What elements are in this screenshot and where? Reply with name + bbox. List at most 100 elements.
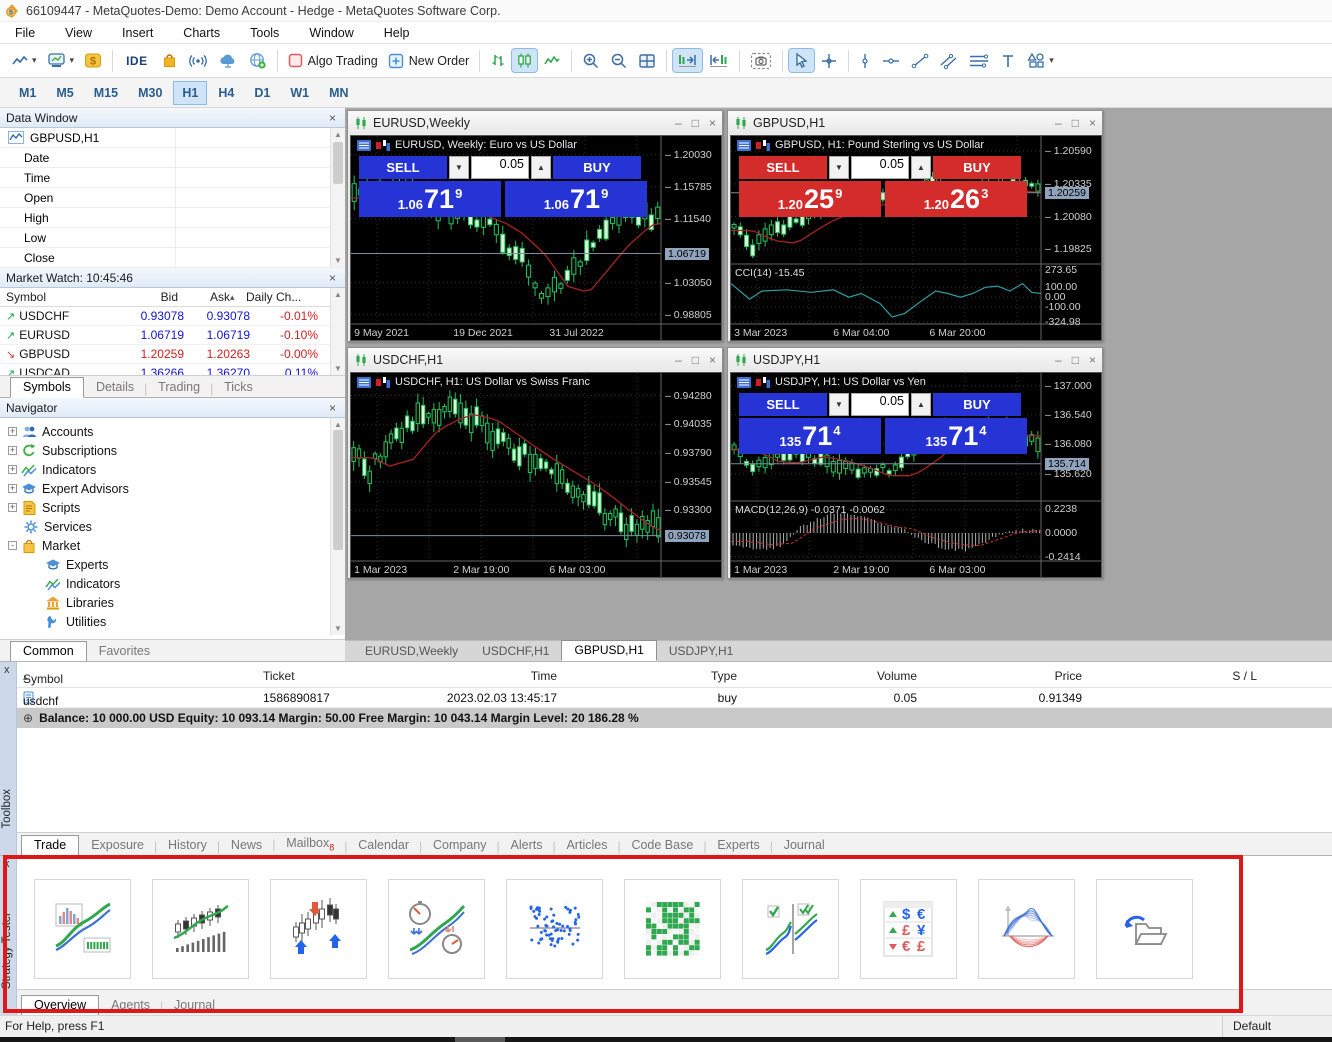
close-icon[interactable]: × — [326, 111, 339, 125]
timeframe-h1[interactable]: H1 — [173, 81, 207, 105]
tile-windows-icon[interactable] — [634, 50, 660, 72]
chart-tab-usdchf-h1[interactable]: USDCHF,H1 — [470, 642, 561, 661]
one-click-icon[interactable] — [756, 377, 770, 388]
chart-body[interactable]: CCI(14) -15.45‒ 1.20590‒ 1.20335‒ 1.2008… — [730, 135, 1102, 341]
minimize-button[interactable]: – — [675, 353, 682, 367]
column-time[interactable]: Time — [437, 669, 557, 683]
volume-increase-button[interactable]: ▲ — [911, 393, 931, 416]
text-tool-icon[interactable] — [996, 50, 1020, 72]
data-window-scrollbar[interactable]: ▲▼ — [330, 128, 345, 267]
chart-profile-icon[interactable]: ▾ — [43, 49, 79, 72]
cursor-icon[interactable] — [789, 49, 814, 72]
market-watch-row-eurusd[interactable]: ↗EURUSD1.067191.06719-0.10% — [0, 326, 345, 345]
signals-icon[interactable] — [184, 50, 212, 72]
tab-symbols[interactable]: Symbols — [10, 377, 84, 398]
toolbox-tab-calendar[interactable]: Calendar| — [346, 836, 421, 855]
volume-increase-button[interactable]: ▲ — [531, 156, 551, 179]
timeframe-d1[interactable]: D1 — [245, 81, 279, 105]
buy-price[interactable]: 1.20263 — [885, 181, 1027, 217]
toolbox-tab-trade[interactable]: Trade — [21, 835, 79, 856]
tester-tile-optimization-scatter[interactable] — [506, 879, 603, 979]
menu-item-view[interactable]: View — [50, 24, 107, 42]
volume-input[interactable]: 0.05 — [851, 156, 909, 179]
navigator-item-subscriptions[interactable]: +Subscriptions — [0, 441, 345, 460]
timeframe-mn[interactable]: MN — [320, 81, 357, 105]
tester-tile-optimization-speed[interactable] — [388, 879, 485, 979]
close-button[interactable]: × — [709, 116, 716, 130]
tab-trading[interactable]: Trading| — [146, 378, 212, 397]
column-type[interactable]: Type — [617, 669, 737, 683]
buy-price[interactable]: 135714 — [885, 418, 1027, 454]
crosshair-icon[interactable] — [816, 49, 842, 73]
column-ask[interactable]: Ask — [178, 290, 230, 304]
chart-window-titlebar[interactable]: GBPUSD,H1–□× — [728, 111, 1102, 134]
tab-details[interactable]: Details — [84, 378, 146, 397]
chart-body[interactable]: ‒ 1.20030‒ 1.15785‒ 1.11540‒ 1.03050‒ 0.… — [350, 135, 722, 341]
volume-input[interactable]: 0.05 — [851, 393, 909, 416]
close-icon[interactable]: x — [4, 664, 10, 676]
toolbox-tab-news[interactable]: News| — [219, 836, 274, 855]
tester-tile-backtest-report[interactable] — [34, 879, 131, 979]
sell-price[interactable]: 1.20259 — [739, 181, 881, 217]
chart-tab-eurusd-weekly[interactable]: EURUSD,Weekly — [353, 642, 470, 661]
zoom-out-icon[interactable] — [606, 49, 632, 73]
market-watch-row-gbpusd[interactable]: ↘GBPUSD1.202591.20263-0.00% — [0, 345, 345, 364]
tab-common[interactable]: Common — [10, 641, 87, 662]
navigator-scrollbar[interactable]: ▲▼ — [330, 418, 345, 635]
navigator-item-libraries[interactable]: Libraries — [0, 593, 345, 612]
navigator-item-expert-advisors[interactable]: +Expert Advisors — [0, 479, 345, 498]
market-watch-scrollbar[interactable]: ▲▼ — [330, 288, 345, 375]
menu-item-insert[interactable]: Insert — [107, 24, 168, 42]
chart-window-titlebar[interactable]: USDJPY,H1–□× — [728, 348, 1102, 371]
column-sl[interactable]: S / L — [1137, 669, 1257, 683]
collapse-icon[interactable]: - — [8, 541, 17, 550]
expand-icon[interactable]: + — [8, 427, 17, 436]
navigator-item-accounts[interactable]: +Accounts — [0, 422, 345, 441]
expand-icon[interactable]: + — [8, 465, 17, 474]
deposit-icon[interactable]: $ — [80, 49, 106, 72]
market-watch-row-usdchf[interactable]: ↗USDCHF0.930780.93078-0.01% — [0, 307, 345, 326]
chart-window-titlebar[interactable]: USDCHF,H1–□× — [348, 348, 722, 371]
tester-tab-overview[interactable]: Overview — [21, 995, 99, 1016]
tester-tile-optimization-matrix[interactable] — [624, 879, 721, 979]
navigator-item-scripts[interactable]: +Scripts — [0, 498, 345, 517]
tester-tile-trade-arrows[interactable] — [270, 879, 367, 979]
maximize-button[interactable]: □ — [692, 353, 699, 367]
screenshot-icon[interactable] — [746, 49, 776, 73]
volume-decrease-button[interactable]: ▼ — [829, 156, 849, 179]
navigator-item-experts[interactable]: Experts — [0, 555, 345, 574]
candlestick-mode-icon[interactable] — [512, 49, 537, 72]
navigator-item-services[interactable]: Services — [0, 517, 345, 536]
toolbox-tab-exposure[interactable]: Exposure — [79, 836, 156, 855]
toolbox-tab-company[interactable]: Company| — [421, 836, 499, 855]
chart-body[interactable]: ‒ 0.94280‒ 0.94035‒ 0.93790‒ 0.93545‒ 0.… — [350, 372, 722, 578]
expand-icon[interactable]: + — [8, 446, 17, 455]
chart-tab-usdjpy-h1[interactable]: USDJPY,H1 — [657, 642, 745, 661]
column-daily-change[interactable]: Daily Ch... — [246, 290, 312, 304]
navigator-item-indicators[interactable]: +Indicators — [0, 460, 345, 479]
tab-favorites[interactable]: Favorites — [87, 642, 162, 661]
timeframe-h4[interactable]: H4 — [209, 81, 243, 105]
close-icon[interactable]: x — [4, 858, 10, 870]
buy-price[interactable]: 1.06719 — [505, 181, 647, 217]
maximize-button[interactable]: □ — [1072, 116, 1079, 130]
algo-trading-toggle[interactable]: Algo Trading — [284, 50, 382, 71]
expand-icon[interactable]: + — [8, 484, 17, 493]
depth-of-market-icon[interactable] — [357, 377, 371, 388]
column-symbol[interactable]: Symbol — [0, 290, 112, 304]
toolbox-tab-history[interactable]: History| — [156, 836, 219, 855]
minimize-button[interactable]: – — [1055, 353, 1062, 367]
toolbox-tab-journal[interactable]: Journal| — [772, 836, 837, 855]
buy-button[interactable]: BUY — [553, 156, 641, 179]
column-price[interactable]: Price — [962, 669, 1082, 683]
menu-item-file[interactable]: File — [0, 24, 50, 42]
tester-tile-open-results[interactable] — [1096, 879, 1193, 979]
menu-item-tools[interactable]: Tools — [235, 24, 294, 42]
sell-price[interactable]: 135714 — [739, 418, 881, 454]
sell-price[interactable]: 1.06719 — [359, 181, 501, 217]
timeframe-m15[interactable]: M15 — [85, 81, 127, 105]
fibonacci-icon[interactable] — [964, 50, 994, 72]
toolbox-tab-code-base[interactable]: Code Base| — [619, 836, 705, 855]
maximize-button[interactable]: □ — [1072, 353, 1079, 367]
close-button[interactable]: × — [1089, 116, 1096, 130]
